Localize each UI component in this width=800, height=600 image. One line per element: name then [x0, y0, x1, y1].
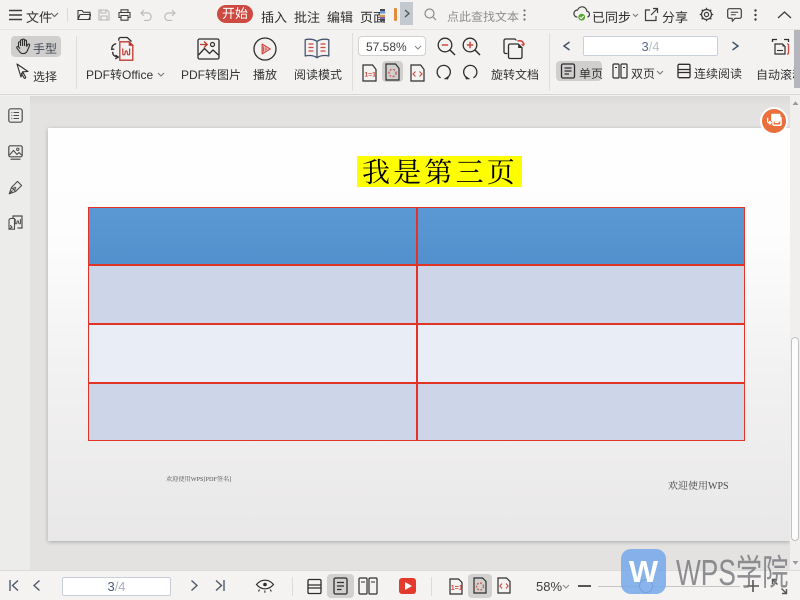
svg-text:1=1: 1=1 — [451, 585, 463, 592]
svg-text:1=1: 1=1 — [364, 72, 376, 79]
